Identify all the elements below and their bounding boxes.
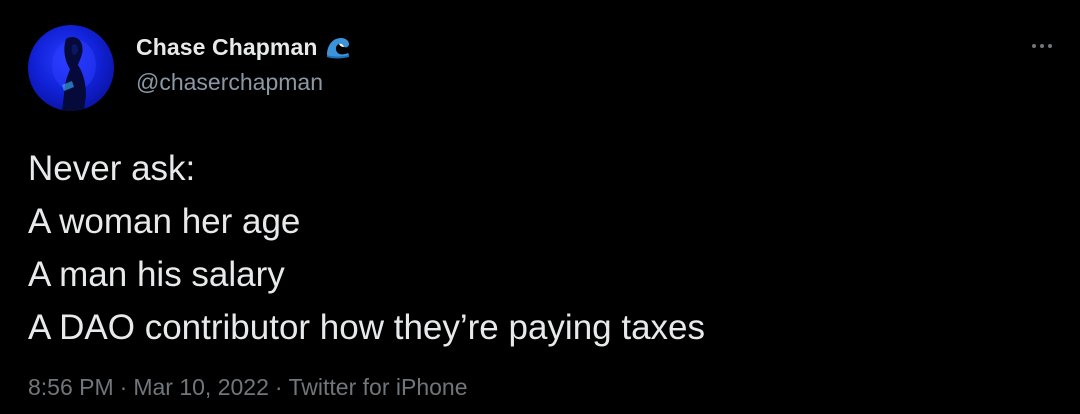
tweet-card: Chase Chapman @chaserchapman Never ask: … xyxy=(0,0,1080,414)
user-handle[interactable]: @chaserchapman xyxy=(136,69,323,96)
tweet-date[interactable]: Mar 10, 2022 xyxy=(133,374,269,400)
tweet-source[interactable]: Twitter for iPhone xyxy=(289,374,468,400)
display-name[interactable]: Chase Chapman xyxy=(136,34,318,61)
tweet-metadata: 8:56 PM · Mar 10, 2022 · Twitter for iPhone xyxy=(28,374,468,401)
tweet-line: A woman her age xyxy=(28,202,301,241)
tweet-text: Never ask: A woman her age A man his sal… xyxy=(28,142,1028,354)
more-options-button[interactable] xyxy=(1026,38,1058,54)
display-name-row: Chase Chapman xyxy=(136,31,352,63)
more-icon-dot xyxy=(1040,44,1044,48)
avatar[interactable] xyxy=(28,25,114,111)
water-wave-icon xyxy=(324,33,352,61)
tweet-line: A man his salary xyxy=(28,255,285,294)
more-icon xyxy=(1032,44,1036,48)
meta-separator: · xyxy=(274,374,283,400)
avatar-image xyxy=(52,37,96,111)
tweet-time[interactable]: 8:56 PM xyxy=(28,374,114,400)
tweet-line: A DAO contributor how they’re paying tax… xyxy=(28,308,706,347)
more-icon-dot xyxy=(1048,44,1052,48)
tweet-line: Never ask: xyxy=(28,149,196,188)
meta-separator: · xyxy=(119,374,128,400)
